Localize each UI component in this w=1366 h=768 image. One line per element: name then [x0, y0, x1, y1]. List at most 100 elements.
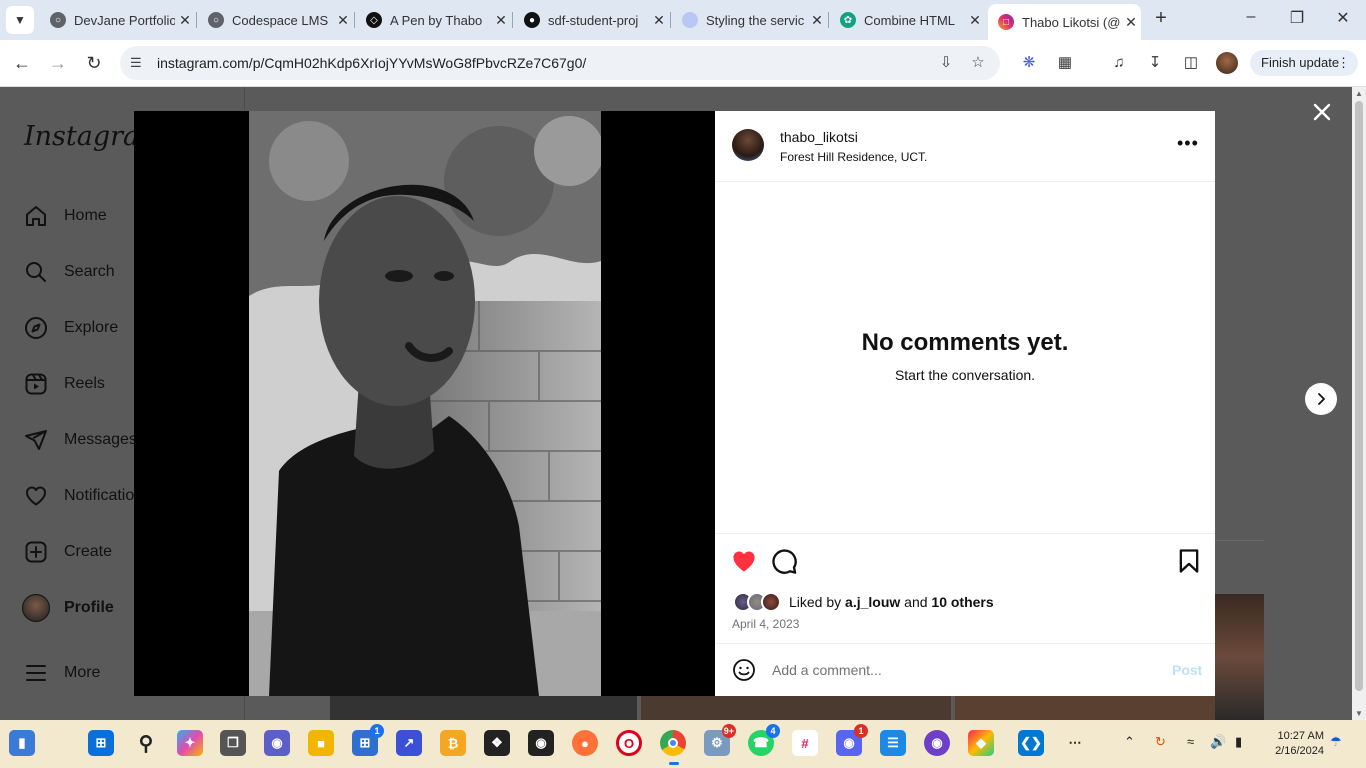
url-text[interactable]: instagram.com/p/CqmH02hKdp6XrIojYYvMsWoG… [157, 55, 586, 71]
scroll-down-icon[interactable]: ▼ [1355, 709, 1363, 718]
tab-codepen[interactable]: ◇ A Pen by Thabo ✕ [356, 4, 511, 36]
more-options-icon[interactable]: ••• [1177, 133, 1199, 154]
firefox-icon[interactable]: ● [572, 730, 598, 756]
nav-reels[interactable]: Reels [22, 369, 105, 399]
post-username[interactable]: thabo_likotsi [780, 129, 858, 145]
close-tab-icon[interactable]: ✕ [1121, 14, 1141, 31]
post-date[interactable]: April 4, 2023 [732, 617, 799, 631]
close-window-icon[interactable]: ✕ [1331, 8, 1355, 32]
whatsapp-icon[interactable]: ☎ 4 [748, 724, 780, 756]
tab-styling[interactable]: Styling the servic ✕ [672, 4, 827, 36]
site-info-icon[interactable]: ☰ [130, 55, 146, 71]
battery-icon[interactable]: ▮ [1235, 734, 1242, 750]
address-bar[interactable]: ☰ instagram.com/p/CqmH02hKdp6XrIojYYvMsW… [120, 46, 1000, 80]
nav-create[interactable]: Create [22, 537, 112, 567]
tab-devjane[interactable]: ○ DevJane Portfolio ✕ [40, 4, 195, 36]
close-tab-icon[interactable]: ✕ [649, 12, 669, 29]
github-desktop-icon[interactable]: ◉ [924, 730, 950, 756]
avatar[interactable] [761, 592, 781, 612]
sync-icon[interactable]: ↻ [1155, 734, 1166, 750]
teams-chat-icon[interactable]: ◉ [264, 730, 290, 756]
system-clock[interactable]: 10:27 AM 2/16/2024 [1262, 729, 1324, 759]
nav-home[interactable]: Home [22, 201, 107, 231]
like-heart-icon[interactable] [730, 547, 758, 575]
more-apps-icon[interactable]: ⋯ [1062, 730, 1088, 756]
liker-username[interactable]: a.j_louw [845, 594, 900, 610]
nav-more[interactable]: More [22, 658, 100, 688]
restore-icon[interactable]: ❐ [1285, 8, 1309, 32]
liked-others-link[interactable]: 10 others [931, 594, 993, 610]
tab-instagram[interactable]: □ Thabo Likotsi (@ ✕ [988, 4, 1141, 40]
notification-bell-icon[interactable]: ☂ [1330, 734, 1342, 750]
media-control-icon[interactable]: ♫ [1108, 52, 1130, 74]
tab-search-button[interactable]: ▼ [6, 6, 34, 34]
close-tab-icon[interactable]: ✕ [175, 12, 195, 29]
extension-gear-icon[interactable]: ❋ [1018, 52, 1040, 74]
close-tab-icon[interactable]: ✕ [491, 12, 511, 29]
settings-gear-icon[interactable]: ⚙ 9+ [704, 724, 736, 756]
nav-messages[interactable]: Messages [22, 425, 137, 455]
next-post-button[interactable] [1305, 383, 1337, 415]
avatar[interactable] [732, 129, 764, 161]
download-icon[interactable]: ↧ [1144, 52, 1166, 74]
install-app-icon[interactable]: ⇩ [936, 53, 956, 73]
close-tab-icon[interactable]: ✕ [965, 12, 985, 29]
post-thumbnail[interactable] [955, 696, 1215, 720]
maps-icon[interactable]: ↗ [396, 730, 422, 756]
new-tab-button[interactable]: + [1150, 8, 1172, 30]
bitcoin-icon[interactable]: ₿ [440, 730, 466, 756]
wifi-icon[interactable]: ≈ [1187, 734, 1194, 749]
nav-profile[interactable]: Profile [22, 593, 114, 623]
post-comment-button[interactable]: Post [1172, 662, 1202, 678]
file-explorer-icon[interactable]: ■ [308, 730, 334, 756]
kebab-menu-icon[interactable]: ⋮ [1337, 55, 1350, 71]
finish-update-button[interactable]: Finish update ⋮ [1250, 50, 1358, 76]
emoji-icon[interactable] [732, 658, 756, 682]
back-icon[interactable]: ← [10, 51, 34, 75]
close-tab-icon[interactable]: ✕ [807, 12, 827, 29]
comment-input[interactable]: Add a comment... [772, 662, 882, 678]
forward-icon[interactable]: → [46, 51, 70, 75]
close-modal-icon[interactable] [1310, 100, 1334, 124]
scroll-up-icon[interactable]: ▲ [1355, 89, 1363, 98]
post-photo[interactable] [249, 111, 601, 696]
search-icon[interactable]: ⚲ [133, 730, 159, 756]
vscode-icon[interactable]: ❮❯ [1018, 730, 1044, 756]
nav-explore[interactable]: Explore [22, 313, 118, 343]
opera-icon[interactable]: O [616, 730, 642, 756]
notepad-icon[interactable]: ☰ [880, 730, 906, 756]
side-panel-icon[interactable]: ◫ [1180, 52, 1202, 74]
copilot-icon[interactable]: ✦ [177, 730, 203, 756]
comment-icon[interactable] [770, 547, 798, 575]
chrome-icon[interactable] [660, 730, 686, 756]
tab-github[interactable]: ● sdf-student-proj ✕ [514, 4, 669, 36]
post-thumbnail[interactable] [330, 696, 637, 720]
github-icon[interactable]: ◉ [528, 730, 554, 756]
tab-chatgpt[interactable]: ✿ Combine HTML ✕ [830, 4, 985, 36]
chevron-up-icon[interactable]: ⌃ [1124, 734, 1135, 750]
profile-avatar[interactable] [1216, 52, 1238, 74]
tab-codespace[interactable]: ○ Codespace LMS ✕ [198, 4, 353, 36]
task-view-icon[interactable]: ❐ [220, 730, 246, 756]
nav-search[interactable]: Search [22, 257, 115, 287]
post-thumbnail[interactable] [641, 696, 951, 720]
minimize-icon[interactable]: – [1239, 8, 1263, 32]
bookmark-star-icon[interactable]: ☆ [968, 53, 988, 73]
post-location[interactable]: Forest Hill Residence, UCT. [780, 150, 927, 164]
app-icon[interactable]: ◆ [968, 730, 994, 756]
extensions-puzzle-icon[interactable]: ▦ [1054, 52, 1076, 74]
widgets-icon[interactable]: ▮ [9, 730, 35, 756]
volume-icon[interactable]: 🔊 [1210, 734, 1226, 750]
slack-icon[interactable]: # [792, 730, 818, 756]
start-icon[interactable]: ⊞ [88, 730, 114, 756]
scroll-thumb[interactable] [1355, 101, 1363, 691]
reload-icon[interactable]: ↻ [82, 51, 106, 75]
discord-icon[interactable]: ◉ 1 [836, 724, 868, 756]
bookmark-icon[interactable] [1175, 547, 1203, 575]
nav-notifications[interactable]: Notifications [22, 481, 151, 511]
store-icon[interactable]: ⊞ 1 [352, 724, 384, 756]
post-thumbnail[interactable] [1215, 594, 1264, 720]
page-scrollbar[interactable]: ▲ ▼ [1352, 87, 1366, 720]
close-tab-icon[interactable]: ✕ [333, 12, 353, 29]
post-media[interactable] [134, 111, 715, 696]
